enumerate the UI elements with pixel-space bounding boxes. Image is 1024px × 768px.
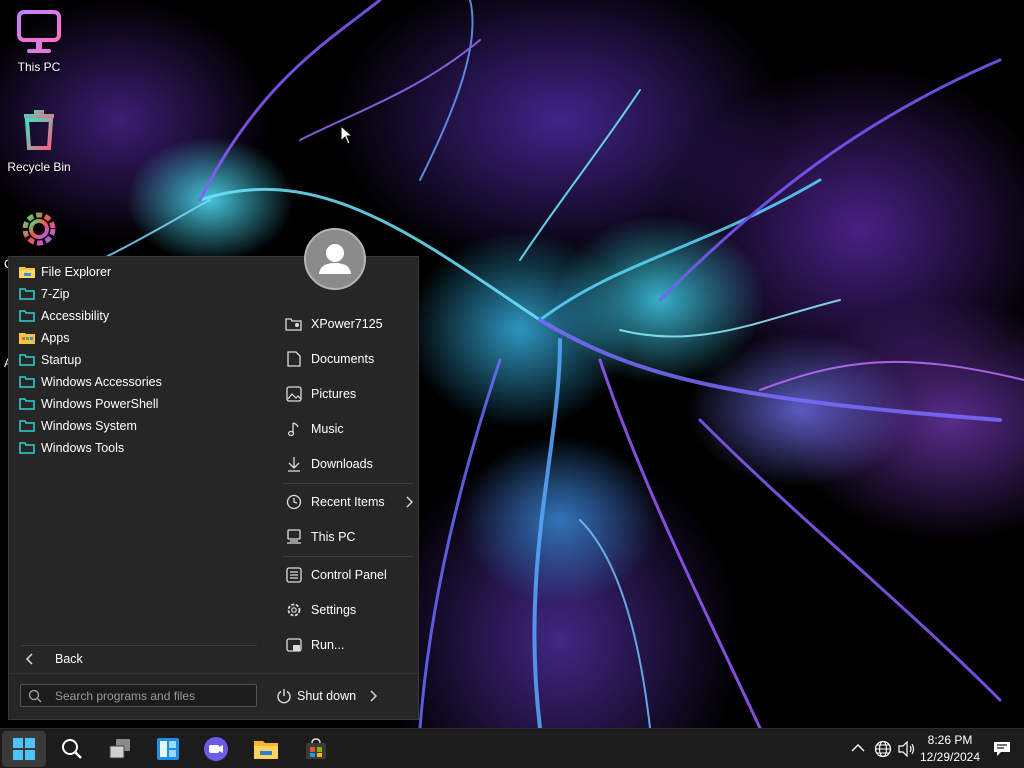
start-menu-programs-pane: File Explorer 7-Zip Accessibility Apps S… (9, 257, 267, 721)
control-panel-icon (285, 566, 303, 584)
apps-folder-icon (19, 333, 35, 344)
task-view-icon (109, 739, 130, 759)
desktop-icon-label: Recycle Bin (7, 160, 71, 174)
pictures-link[interactable]: Pictures (285, 381, 415, 407)
folder-icon (19, 398, 35, 410)
program-windows-powershell-folder[interactable]: Windows PowerShell (19, 393, 158, 415)
user-folder-link[interactable]: XPower7125 (285, 311, 415, 337)
music-note-icon (285, 420, 303, 438)
program-windows-tools-folder[interactable]: Windows Tools (19, 437, 124, 459)
gear-icon (22, 212, 56, 246)
desktop-icon-this-pc[interactable]: This PC (1, 8, 77, 74)
download-arrow-icon (285, 455, 303, 473)
run-link[interactable]: Run... (285, 632, 415, 658)
program-file-explorer[interactable]: File Explorer (19, 261, 111, 283)
clock-icon (285, 493, 303, 511)
taskbar-clock[interactable]: 8:26 PM 12/29/2024 (912, 732, 988, 766)
music-link[interactable]: Music (285, 416, 415, 442)
chevron-up-icon[interactable] (851, 743, 865, 753)
network-globe-icon[interactable] (874, 740, 892, 758)
desktop-icon-label: This PC (17, 60, 61, 74)
power-icon (275, 687, 293, 705)
windows-logo-icon (13, 738, 35, 760)
store-button[interactable] (296, 729, 336, 768)
program-apps-folder[interactable]: Apps (19, 327, 70, 349)
shutdown-button[interactable]: Shut down (275, 683, 385, 709)
folder-icon (19, 354, 35, 366)
chevron-right-icon (370, 690, 377, 702)
search-icon (28, 689, 42, 702)
computer-icon (285, 528, 303, 546)
divider (9, 673, 420, 674)
picture-icon (285, 385, 303, 403)
chat-button[interactable] (196, 729, 236, 768)
chevron-right-icon (406, 496, 413, 508)
control-panel-link[interactable]: Control Panel (285, 562, 415, 588)
downloads-link[interactable]: Downloads (285, 451, 415, 477)
start-button[interactable] (2, 731, 46, 767)
user-folder-icon (285, 315, 303, 333)
divider (283, 483, 413, 484)
monitor-icon (17, 10, 61, 53)
divider (21, 645, 257, 646)
taskbar-search-button[interactable] (52, 729, 92, 768)
taskbar: 8:26 PM 12/29/2024 (0, 728, 1024, 768)
widgets-icon (157, 738, 179, 760)
program-startup-folder[interactable]: Startup (19, 349, 81, 371)
search-input[interactable] (55, 688, 245, 703)
folder-icon (19, 420, 35, 432)
start-menu-places-pane: XPower7125 Documents Pictures Music Down… (267, 257, 420, 721)
program-accessibility-folder[interactable]: Accessibility (19, 305, 109, 327)
gear-icon (285, 601, 303, 619)
mouse-cursor-icon (340, 125, 354, 145)
clock-date: 12/29/2024 (919, 750, 981, 764)
file-explorer-icon (254, 741, 278, 759)
this-pc-link[interactable]: This PC (285, 524, 415, 550)
settings-link[interactable]: Settings (285, 597, 415, 623)
folder-icon (19, 442, 35, 454)
clock-time: 8:26 PM (927, 733, 973, 747)
start-search-box[interactable] (20, 684, 257, 707)
documents-link[interactable]: Documents (285, 346, 415, 372)
user-silhouette-icon (319, 244, 351, 274)
desktop-icon-control[interactable] (1, 204, 77, 256)
start-menu: File Explorer 7-Zip Accessibility Apps S… (8, 256, 420, 721)
file-explorer-taskbar-button[interactable] (246, 729, 286, 768)
recycle-bin-icon (24, 110, 54, 150)
notification-icon[interactable] (993, 741, 1011, 757)
file-explorer-icon (19, 267, 35, 278)
desktop-icon-recycle-bin[interactable]: Recycle Bin (1, 108, 77, 174)
store-bag-icon (306, 738, 326, 759)
recent-items-link[interactable]: Recent Items (285, 489, 415, 515)
folder-icon (19, 310, 35, 322)
program-windows-system-folder[interactable]: Windows System (19, 415, 137, 437)
user-avatar[interactable] (304, 228, 366, 290)
widgets-button[interactable] (148, 729, 188, 768)
program-windows-accessories-folder[interactable]: Windows Accessories (19, 371, 162, 393)
run-icon (285, 636, 303, 654)
folder-icon (19, 376, 35, 388)
back-button[interactable]: Back (23, 648, 83, 670)
chevron-left-icon (25, 653, 33, 665)
program-7zip-folder[interactable]: 7-Zip (19, 283, 69, 305)
task-view-button[interactable] (100, 729, 140, 768)
chat-camera-icon (204, 737, 228, 761)
divider (283, 556, 413, 557)
folder-icon (19, 288, 35, 300)
document-icon (285, 350, 303, 368)
search-icon (62, 739, 82, 759)
